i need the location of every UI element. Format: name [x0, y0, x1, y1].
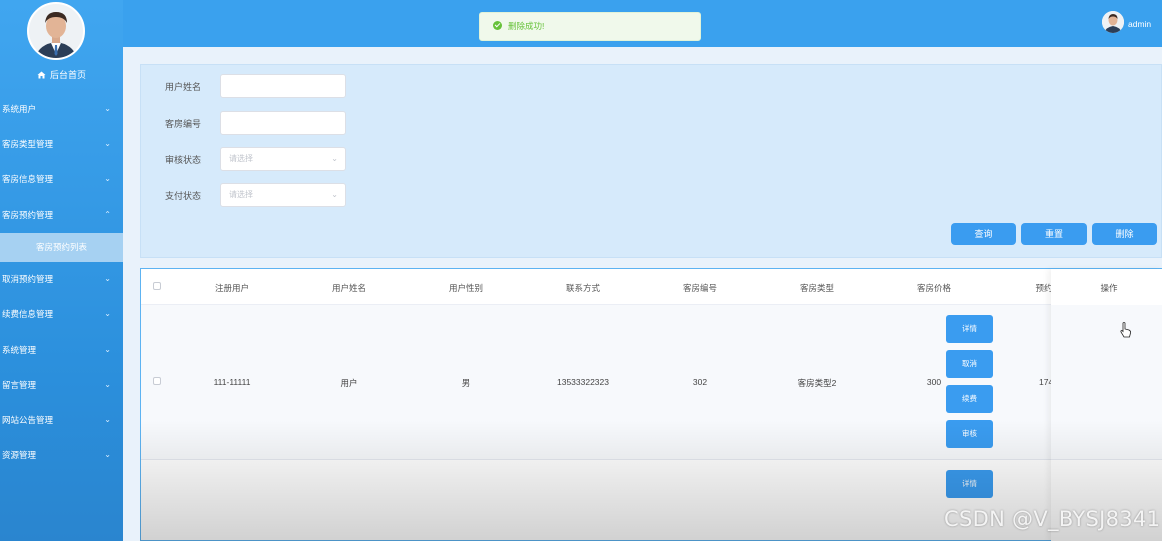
sidebar: 后台首页 系统用户 ⌄ 客房类型管理 ⌄ 客房信息管理 ⌄ 客房预约管理 ⌃ 客房预约列… [0, 0, 123, 541]
review-button[interactable]: 审核 [946, 420, 993, 448]
sidebar-item-announcements[interactable]: 网站公告管理 ⌄ [0, 405, 123, 435]
chevron-down-icon: ⌄ [104, 139, 111, 148]
column-header: 注册用户 [214, 283, 250, 293]
sidebar-item-label: 系统管理 [2, 345, 37, 355]
operations-row-bg [1051, 305, 1162, 460]
field-label-user-name: 用户姓名 [165, 82, 202, 92]
sidebar-item-label: 取消预约管理 [2, 274, 54, 284]
user-avatar[interactable] [1102, 11, 1124, 33]
booking-table: 注册用户 用户姓名 用户性别 联系方式 客房编号 客房类型 客房价格 预约 11… [140, 268, 1162, 541]
sidebar-item-messages[interactable]: 留言管理 ⌄ [0, 370, 123, 400]
user-name-input[interactable] [220, 74, 346, 98]
sidebar-item-room-info[interactable]: 客房信息管理 ⌄ [0, 164, 123, 194]
sidebar-item-room-type[interactable]: 客房类型管理 ⌄ [0, 129, 123, 159]
chevron-down-icon: ⌄ [331, 190, 338, 199]
sidebar-item-label: 客房信息管理 [2, 174, 54, 184]
chevron-down-icon: ⌄ [104, 345, 111, 354]
success-toast: 删除成功! [479, 12, 701, 41]
sidebar-item-label: 留言管理 [2, 380, 37, 390]
row-checkbox[interactable] [153, 377, 161, 385]
table-row[interactable] [141, 305, 1161, 460]
column-header: 客房类型 [799, 283, 835, 293]
chevron-down-icon: ⌄ [104, 380, 111, 389]
home-icon [37, 71, 46, 81]
table-cell: 13533322323 [556, 377, 610, 387]
chevron-down-icon: ⌄ [331, 154, 338, 163]
watermark-text: CSDN @V_BYSJ8341 [944, 507, 1161, 531]
column-header: 客房价格 [916, 283, 952, 293]
sidebar-item-label: 客房类型管理 [2, 139, 54, 149]
column-header: 操作 [1100, 283, 1118, 293]
renew-button[interactable]: 续费 [946, 385, 993, 413]
sidebar-item-label: 网站公告管理 [2, 415, 54, 425]
chevron-down-icon: ⌄ [104, 415, 111, 424]
select-placeholder: 请选择 [229, 190, 253, 199]
sidebar-item-label: 资源管理 [2, 450, 37, 460]
delete-button[interactable]: 删除 [1092, 223, 1157, 245]
table-cell: 300 [926, 377, 942, 387]
column-header: 客房编号 [682, 283, 718, 293]
column-header: 用户姓名 [331, 283, 367, 293]
reset-button[interactable]: 重置 [1021, 223, 1087, 245]
chevron-up-icon: ⌃ [104, 210, 111, 219]
sidebar-item-label: 系统用户 [2, 104, 37, 114]
sidebar-item-cancel-booking[interactable]: 取消预约管理 ⌄ [0, 264, 123, 294]
review-status-select[interactable]: 请选择 ⌄ [220, 147, 346, 171]
payment-status-select[interactable]: 请选择 ⌄ [220, 183, 346, 207]
table-header: 注册用户 用户姓名 用户性别 联系方式 客房编号 客房类型 客房价格 预约 [141, 269, 1161, 305]
sidebar-item-label: 客房预约管理 [2, 210, 54, 220]
field-label-review-status: 审核状态 [165, 155, 202, 165]
chevron-down-icon: ⌄ [104, 450, 111, 459]
room-number-input[interactable] [220, 111, 346, 135]
detail-button[interactable]: 详情 [946, 315, 993, 343]
sidebar-item-resources[interactable]: 资源管理 ⌄ [0, 440, 123, 470]
detail-button-next-row[interactable]: 详情 [946, 470, 993, 498]
chevron-down-icon: ⌄ [104, 104, 111, 113]
table-cell: 用户 [340, 378, 358, 388]
operations-column: 操作 [1051, 269, 1162, 541]
sidebar-home-label: 后台首页 [49, 70, 86, 80]
toast-message: 删除成功! [508, 21, 545, 31]
chevron-down-icon: ⌄ [104, 174, 111, 183]
field-label-payment-status: 支付状态 [165, 191, 202, 201]
admin-avatar [27, 2, 85, 60]
table-cell: 111-11111 [213, 377, 251, 387]
sidebar-item-renewal[interactable]: 续费信息管理 ⌄ [0, 299, 123, 329]
column-header: 用户性别 [448, 283, 484, 293]
table-cell: 302 [692, 377, 708, 387]
cancel-button[interactable]: 取消 [946, 350, 993, 378]
sidebar-subitem-booking-list[interactable]: 客房预约列表 [0, 233, 123, 262]
sidebar-item-room-booking[interactable]: 客房预约管理 ⌃ [0, 200, 123, 230]
column-header: 预约 [1035, 283, 1053, 293]
field-label-room-number: 客房编号 [165, 119, 202, 129]
select-placeholder: 请选择 [229, 154, 253, 163]
column-header: 联系方式 [565, 283, 601, 293]
table-cell: 男 [461, 378, 471, 388]
query-button[interactable]: 查询 [951, 223, 1016, 245]
sidebar-home-link[interactable]: 后台首页 [0, 68, 123, 81]
sidebar-item-system-users[interactable]: 系统用户 ⌄ [0, 94, 123, 124]
username-label[interactable]: admin [1128, 19, 1151, 29]
table-cell: 客房类型2 [797, 378, 837, 388]
sidebar-item-system-management[interactable]: 系统管理 ⌄ [0, 335, 123, 365]
select-all-checkbox[interactable] [153, 282, 161, 290]
chevron-down-icon: ⌄ [104, 274, 111, 283]
chevron-down-icon: ⌄ [104, 309, 111, 318]
mouse-pointer-icon [1120, 322, 1132, 343]
sidebar-item-label: 续费信息管理 [2, 309, 54, 319]
success-check-icon [493, 21, 502, 30]
